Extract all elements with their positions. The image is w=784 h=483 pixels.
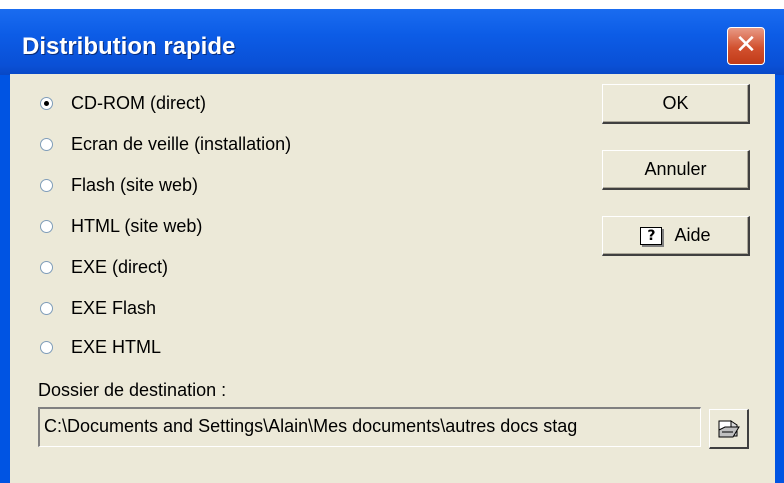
dialog-window: Distribution rapide ✕ CD-ROM (direct) Ec… xyxy=(0,0,784,483)
ok-button[interactable]: OK xyxy=(602,84,750,124)
radio-label: EXE Flash xyxy=(71,297,157,318)
radio-option-exe-direct[interactable]: EXE (direct) xyxy=(40,252,168,282)
dialog-client-area: CD-ROM (direct) Ecran de veille (install… xyxy=(10,74,775,483)
cancel-button[interactable]: Annuler xyxy=(602,150,750,190)
open-folder-icon xyxy=(718,419,740,437)
window-title: Distribution rapide xyxy=(22,33,236,60)
radio-option-html-web[interactable]: HTML (site web) xyxy=(40,211,202,241)
radio-option-screensaver[interactable]: Ecran de veille (installation) xyxy=(40,129,291,159)
destination-label: Dossier de destination : xyxy=(38,380,227,400)
radio-label: Flash (site web) xyxy=(71,174,199,195)
close-icon: ✕ xyxy=(735,30,757,60)
radio-unchecked-icon[interactable] xyxy=(40,178,53,192)
radio-label: EXE HTML xyxy=(71,336,162,357)
radio-unchecked-icon[interactable] xyxy=(40,260,53,274)
close-button[interactable]: ✕ xyxy=(727,27,765,65)
radio-unchecked-icon[interactable] xyxy=(40,219,53,233)
radio-option-flash-web[interactable]: Flash (site web) xyxy=(40,170,198,200)
help-button-label: Aide xyxy=(674,225,711,245)
radio-unchecked-icon[interactable] xyxy=(40,301,53,315)
radio-checked-icon[interactable] xyxy=(40,96,53,110)
help-button[interactable]: ? Aide xyxy=(602,216,750,256)
radio-label: CD-ROM (direct) xyxy=(71,92,206,113)
help-icon: ? xyxy=(640,226,663,245)
radio-label: Ecran de veille (installation) xyxy=(71,133,292,154)
browse-folder-button[interactable] xyxy=(709,409,749,449)
window-top-edge xyxy=(0,0,784,9)
radio-option-exe-flash[interactable]: EXE Flash xyxy=(40,293,156,323)
radio-option-exe-html[interactable]: EXE HTML xyxy=(40,332,161,362)
radio-unchecked-icon[interactable] xyxy=(40,340,53,354)
radio-option-cdrom[interactable]: CD-ROM (direct) xyxy=(40,88,206,118)
radio-label: HTML (site web) xyxy=(71,215,203,236)
title-bar[interactable]: Distribution rapide ✕ xyxy=(0,9,784,75)
radio-label: EXE (direct) xyxy=(71,256,169,277)
destination-path-field[interactable]: C:\Documents and Settings\Alain\Mes docu… xyxy=(38,407,701,447)
radio-unchecked-icon[interactable] xyxy=(40,137,53,151)
